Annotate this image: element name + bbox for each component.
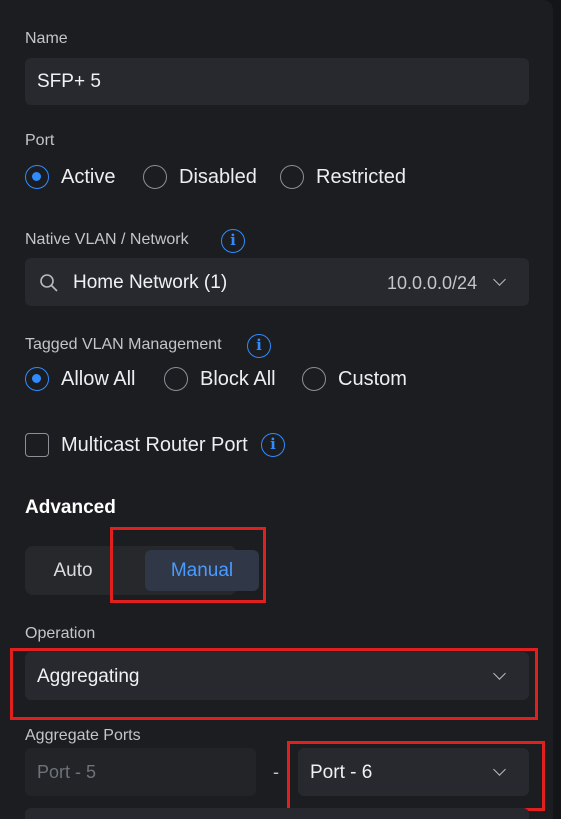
advanced-heading: Advanced: [25, 497, 116, 518]
next-field-partial: [25, 808, 529, 819]
port-restricted-radio[interactable]: [280, 165, 304, 189]
info-icon[interactable]: i: [261, 433, 285, 457]
multicast-router-label[interactable]: Multicast Router Port: [61, 434, 248, 457]
highlight-box-operation: [10, 648, 538, 720]
aggregate-from-field: Port - 5: [25, 748, 256, 796]
port-active-radio[interactable]: [25, 165, 49, 189]
native-vlan-select[interactable]: Home Network (1) 10.0.0.0/24: [25, 258, 529, 306]
tagged-allow-all-label[interactable]: Allow All: [61, 368, 135, 391]
aggregate-ports-label: Aggregate Ports: [25, 727, 141, 744]
chevron-down-icon: [493, 273, 506, 286]
info-icon[interactable]: i: [221, 229, 245, 253]
native-vlan-label: Native VLAN / Network: [25, 231, 189, 248]
port-active-label[interactable]: Active: [61, 166, 115, 189]
tagged-block-all-radio[interactable]: [164, 367, 188, 391]
port-label: Port: [25, 132, 55, 149]
tagged-block-all-label[interactable]: Block All: [200, 368, 276, 391]
port-disabled-radio[interactable]: [143, 165, 167, 189]
port-disabled-label[interactable]: Disabled: [179, 166, 257, 189]
advanced-auto-option[interactable]: Auto: [25, 546, 121, 595]
highlight-box-aggregate-to: [287, 741, 545, 811]
highlight-box-manual: [110, 527, 266, 603]
name-input-value: SFP+ 5: [37, 71, 101, 92]
port-restricted-label[interactable]: Restricted: [316, 166, 406, 189]
info-icon[interactable]: i: [247, 334, 271, 358]
search-icon: [40, 274, 58, 292]
aggregate-from-value: Port - 5: [37, 762, 97, 782]
aggregate-separator: -: [273, 762, 279, 782]
multicast-router-checkbox[interactable]: [25, 433, 49, 457]
tagged-vlan-label: Tagged VLAN Management: [25, 336, 222, 353]
tagged-custom-label[interactable]: Custom: [338, 368, 407, 391]
native-vlan-subnet: 10.0.0.0/24: [387, 273, 478, 293]
name-label: Name: [25, 30, 68, 47]
tagged-custom-radio[interactable]: [302, 367, 326, 391]
tagged-allow-all-radio[interactable]: [25, 367, 49, 391]
operation-label: Operation: [25, 625, 96, 642]
native-vlan-network: Home Network (1): [73, 272, 228, 293]
name-input[interactable]: SFP+ 5: [25, 58, 529, 105]
panel-edge: [553, 0, 561, 819]
